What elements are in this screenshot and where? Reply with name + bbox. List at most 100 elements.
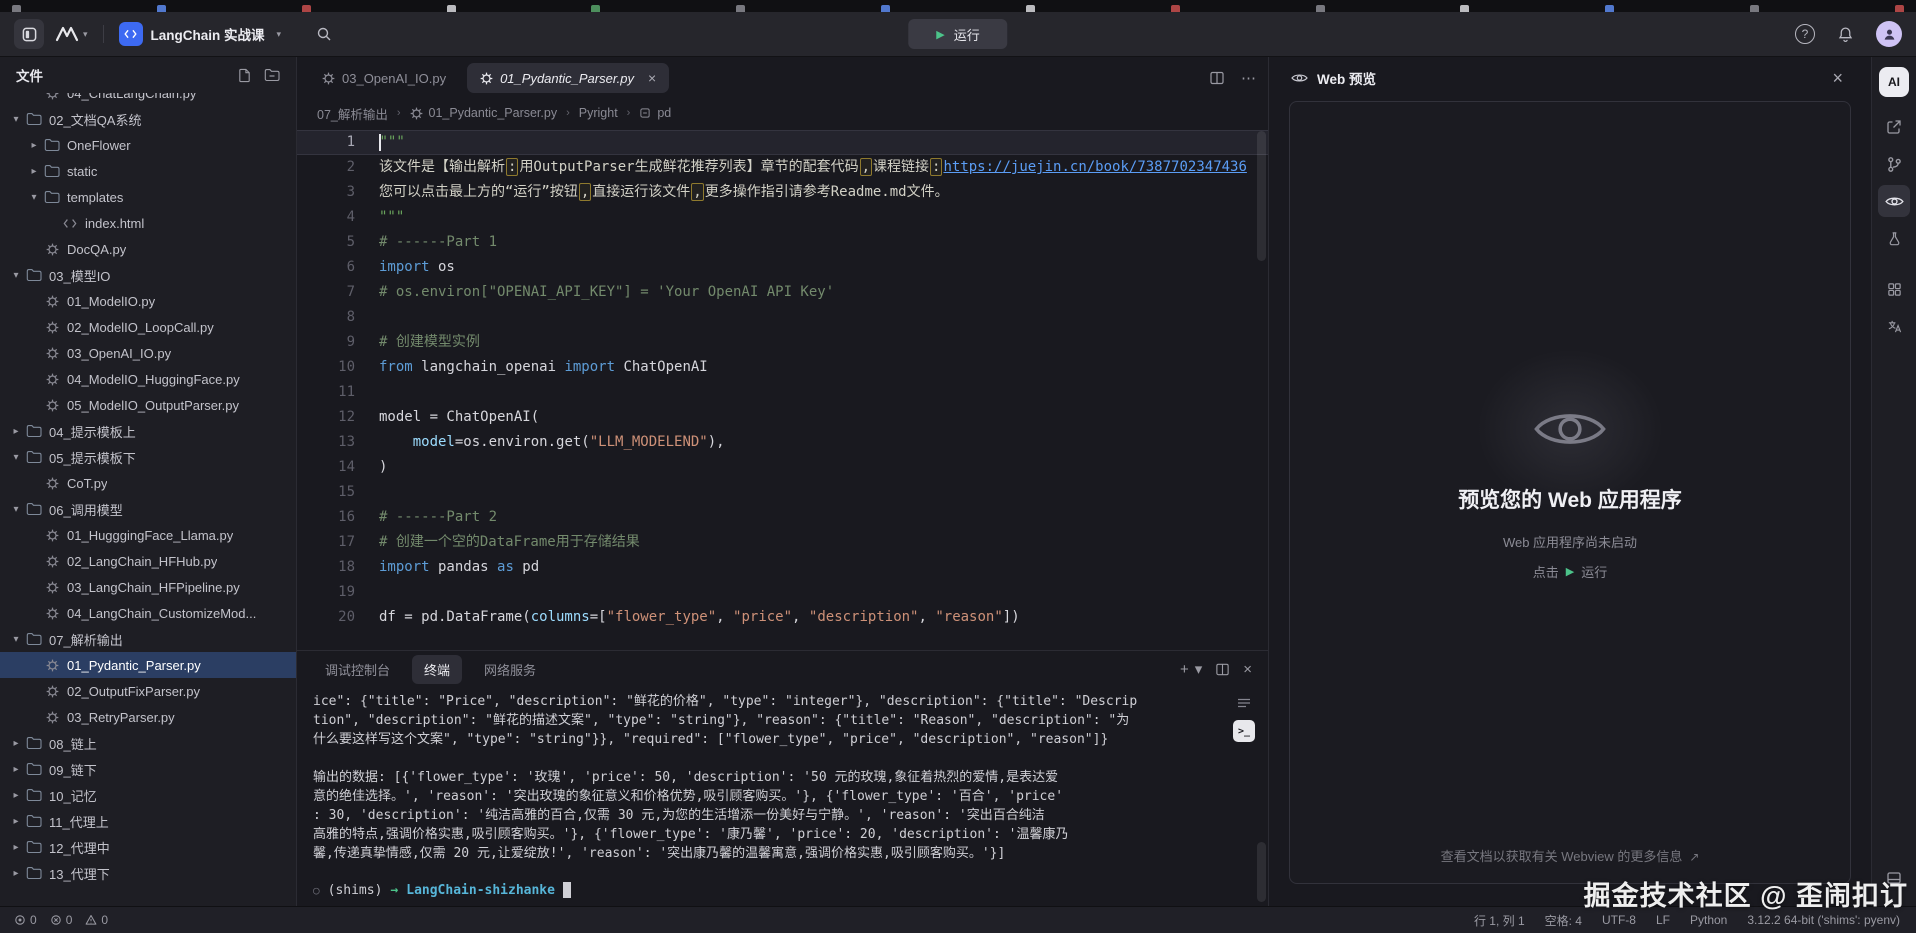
new-file-button[interactable] xyxy=(237,68,252,83)
active-terminal-icon[interactable]: >_ xyxy=(1233,720,1255,742)
app-menu-button[interactable] xyxy=(14,19,44,49)
tree-item[interactable]: 04_ChatLangChain.py xyxy=(0,93,296,106)
flask-button[interactable] xyxy=(1878,222,1910,254)
tree-item[interactable]: 03_LangChain_HFPipeline.py xyxy=(0,574,296,600)
terminal-dropdown-button[interactable]: ▾ xyxy=(1195,660,1203,678)
panel-tab[interactable]: 调试控制台 xyxy=(313,655,402,684)
browser-tab-favicon[interactable] xyxy=(1026,5,1035,12)
warning-indicator[interactable]: 0 xyxy=(85,913,108,927)
browser-tab-favicon[interactable] xyxy=(302,5,311,12)
tree-item[interactable]: 01_HugggingFace_Llama.py xyxy=(0,522,296,548)
breadcrumb-item[interactable]: 01_Pydantic_Parser.py xyxy=(410,106,558,120)
browser-tab-favicon[interactable] xyxy=(1750,5,1759,12)
status-item[interactable]: UTF-8 xyxy=(1602,913,1636,927)
preview-docs-link[interactable]: 查看文档以获取有关 Webview 的更多信息↗ xyxy=(1290,846,1850,865)
tree-item[interactable]: 03_OpenAI_IO.py xyxy=(0,340,296,366)
tree-item[interactable]: ▸static xyxy=(0,158,296,184)
more-actions-button[interactable]: ⋯ xyxy=(1241,69,1256,87)
help-button[interactable]: ? xyxy=(1795,24,1815,44)
breadcrumb[interactable]: 07_解析输出›01_Pydantic_Parser.py›Pyright›pd xyxy=(297,99,1268,127)
tree-item[interactable]: ▾05_提示模板下 xyxy=(0,444,296,470)
run-button[interactable]: ▶ 运行 xyxy=(908,19,1007,49)
tree-item[interactable]: ▾07_解析输出 xyxy=(0,626,296,652)
scrollbar-thumb[interactable] xyxy=(1257,131,1266,261)
tree-item[interactable]: ▸12_代理中 xyxy=(0,834,296,860)
ai-button[interactable]: AI xyxy=(1879,67,1909,97)
close-tab-icon[interactable]: × xyxy=(648,70,656,86)
project-selector[interactable]: LangChain 实战课 ▾ xyxy=(119,22,282,46)
tree-item[interactable]: 03_RetryParser.py xyxy=(0,704,296,730)
status-item[interactable]: Python xyxy=(1690,913,1727,927)
record-indicator[interactable]: 0 xyxy=(14,913,37,927)
eye-button[interactable] xyxy=(1878,185,1910,217)
tree-item[interactable]: 05_ModelIO_OutputParser.py xyxy=(0,392,296,418)
external-link-button[interactable] xyxy=(1878,111,1910,143)
code-line: 19 xyxy=(297,580,1268,605)
tree-item[interactable]: ▸OneFlower xyxy=(0,132,296,158)
browser-tab-favicon[interactable] xyxy=(1605,5,1614,12)
notifications-button[interactable] xyxy=(1831,25,1860,44)
tree-item[interactable]: 04_ModelIO_HuggingFace.py xyxy=(0,366,296,392)
browser-tab-favicon[interactable] xyxy=(1460,5,1469,12)
tree-item[interactable]: ▸13_代理下 xyxy=(0,860,296,886)
tree-item[interactable]: ▾templates xyxy=(0,184,296,210)
split-editor-button[interactable] xyxy=(1209,70,1225,86)
tree-item[interactable]: ▾02_文档QA系统 xyxy=(0,106,296,132)
new-terminal-button[interactable]: + xyxy=(1180,661,1189,678)
tree-item[interactable]: ▸04_提示模板上 xyxy=(0,418,296,444)
panel-tab[interactable]: 网络服务 xyxy=(472,655,548,684)
editor-tab[interactable]: 01_Pydantic_Parser.py× xyxy=(467,63,669,93)
breadcrumb-item[interactable]: 07_解析输出 xyxy=(317,104,388,123)
tree-item[interactable]: ▾03_模型IO xyxy=(0,262,296,288)
browser-tab-favicon[interactable] xyxy=(1895,5,1904,12)
collapse-folders-button[interactable] xyxy=(264,68,280,83)
editor-tab[interactable]: 03_OpenAI_IO.py xyxy=(309,63,459,93)
split-terminal-button[interactable] xyxy=(1215,662,1230,677)
browser-tab-favicon[interactable] xyxy=(12,5,21,12)
terminal[interactable]: ice": {"title": "Price", "description": … xyxy=(297,687,1268,906)
browser-tab-favicon[interactable] xyxy=(736,5,745,12)
search-button[interactable] xyxy=(310,25,338,43)
breadcrumb-item[interactable]: Pyright xyxy=(579,106,618,120)
tree-item[interactable]: ▸09_链下 xyxy=(0,756,296,782)
browser-tab-favicon[interactable] xyxy=(157,5,166,12)
terminal-scrollbar[interactable] xyxy=(1257,691,1266,902)
tree-item[interactable]: ▾06_调用模型 xyxy=(0,496,296,522)
browser-tab-favicon[interactable] xyxy=(591,5,600,12)
preview-close-button[interactable]: × xyxy=(1826,67,1849,90)
tree-item[interactable]: DocQA.py xyxy=(0,236,296,262)
tree-item[interactable]: index.html xyxy=(0,210,296,236)
tree-item[interactable]: ▸10_记忆 xyxy=(0,782,296,808)
breadcrumb-item[interactable]: pd xyxy=(639,106,671,120)
grid-button[interactable] xyxy=(1878,273,1910,305)
status-item[interactable]: 3.12.2 64-bit ('shims': pyenv) xyxy=(1747,913,1900,927)
tree-item[interactable]: ▸11_代理上 xyxy=(0,808,296,834)
panel-tab[interactable]: 终端 xyxy=(412,655,462,684)
close-panel-button[interactable]: × xyxy=(1243,661,1252,678)
tree-item[interactable]: 02_ModelIO_LoopCall.py xyxy=(0,314,296,340)
terminal-list-icon[interactable] xyxy=(1236,695,1252,711)
scrollbar-thumb[interactable] xyxy=(1257,842,1266,902)
status-item[interactable]: 空格: 4 xyxy=(1545,912,1582,929)
browser-tab-favicon[interactable] xyxy=(447,5,456,12)
tree-item[interactable]: 01_Pydantic_Parser.py xyxy=(0,652,296,678)
tree-item[interactable]: CoT.py xyxy=(0,470,296,496)
error-indicator[interactable]: 0 xyxy=(50,913,73,927)
panel-bottom-button[interactable] xyxy=(1878,862,1910,894)
tree-item[interactable]: ▸08_链上 xyxy=(0,730,296,756)
browser-tab-favicon[interactable] xyxy=(881,5,890,12)
status-item[interactable]: 行 1, 列 1 xyxy=(1474,912,1525,929)
tree-item[interactable]: 02_LangChain_HFHub.py xyxy=(0,548,296,574)
status-item[interactable]: LF xyxy=(1656,913,1670,927)
git-branch-button[interactable] xyxy=(1878,148,1910,180)
editor-scrollbar[interactable] xyxy=(1257,131,1266,646)
browser-tab-favicon[interactable] xyxy=(1171,5,1180,12)
avatar[interactable] xyxy=(1876,21,1902,47)
tree-item[interactable]: 02_OutputFixParser.py xyxy=(0,678,296,704)
tree-item[interactable]: 01_ModelIO.py xyxy=(0,288,296,314)
workspace-switcher[interactable]: ▾ xyxy=(55,26,88,42)
code-editor[interactable]: 1"""2该文件是【输出解析:用OutputParser生成鲜花推荐列表】章节的… xyxy=(297,127,1268,650)
browser-tab-favicon[interactable] xyxy=(1316,5,1325,12)
tree-item[interactable]: 04_LangChain_CustomizeMod... xyxy=(0,600,296,626)
translate-button[interactable] xyxy=(1878,310,1910,342)
